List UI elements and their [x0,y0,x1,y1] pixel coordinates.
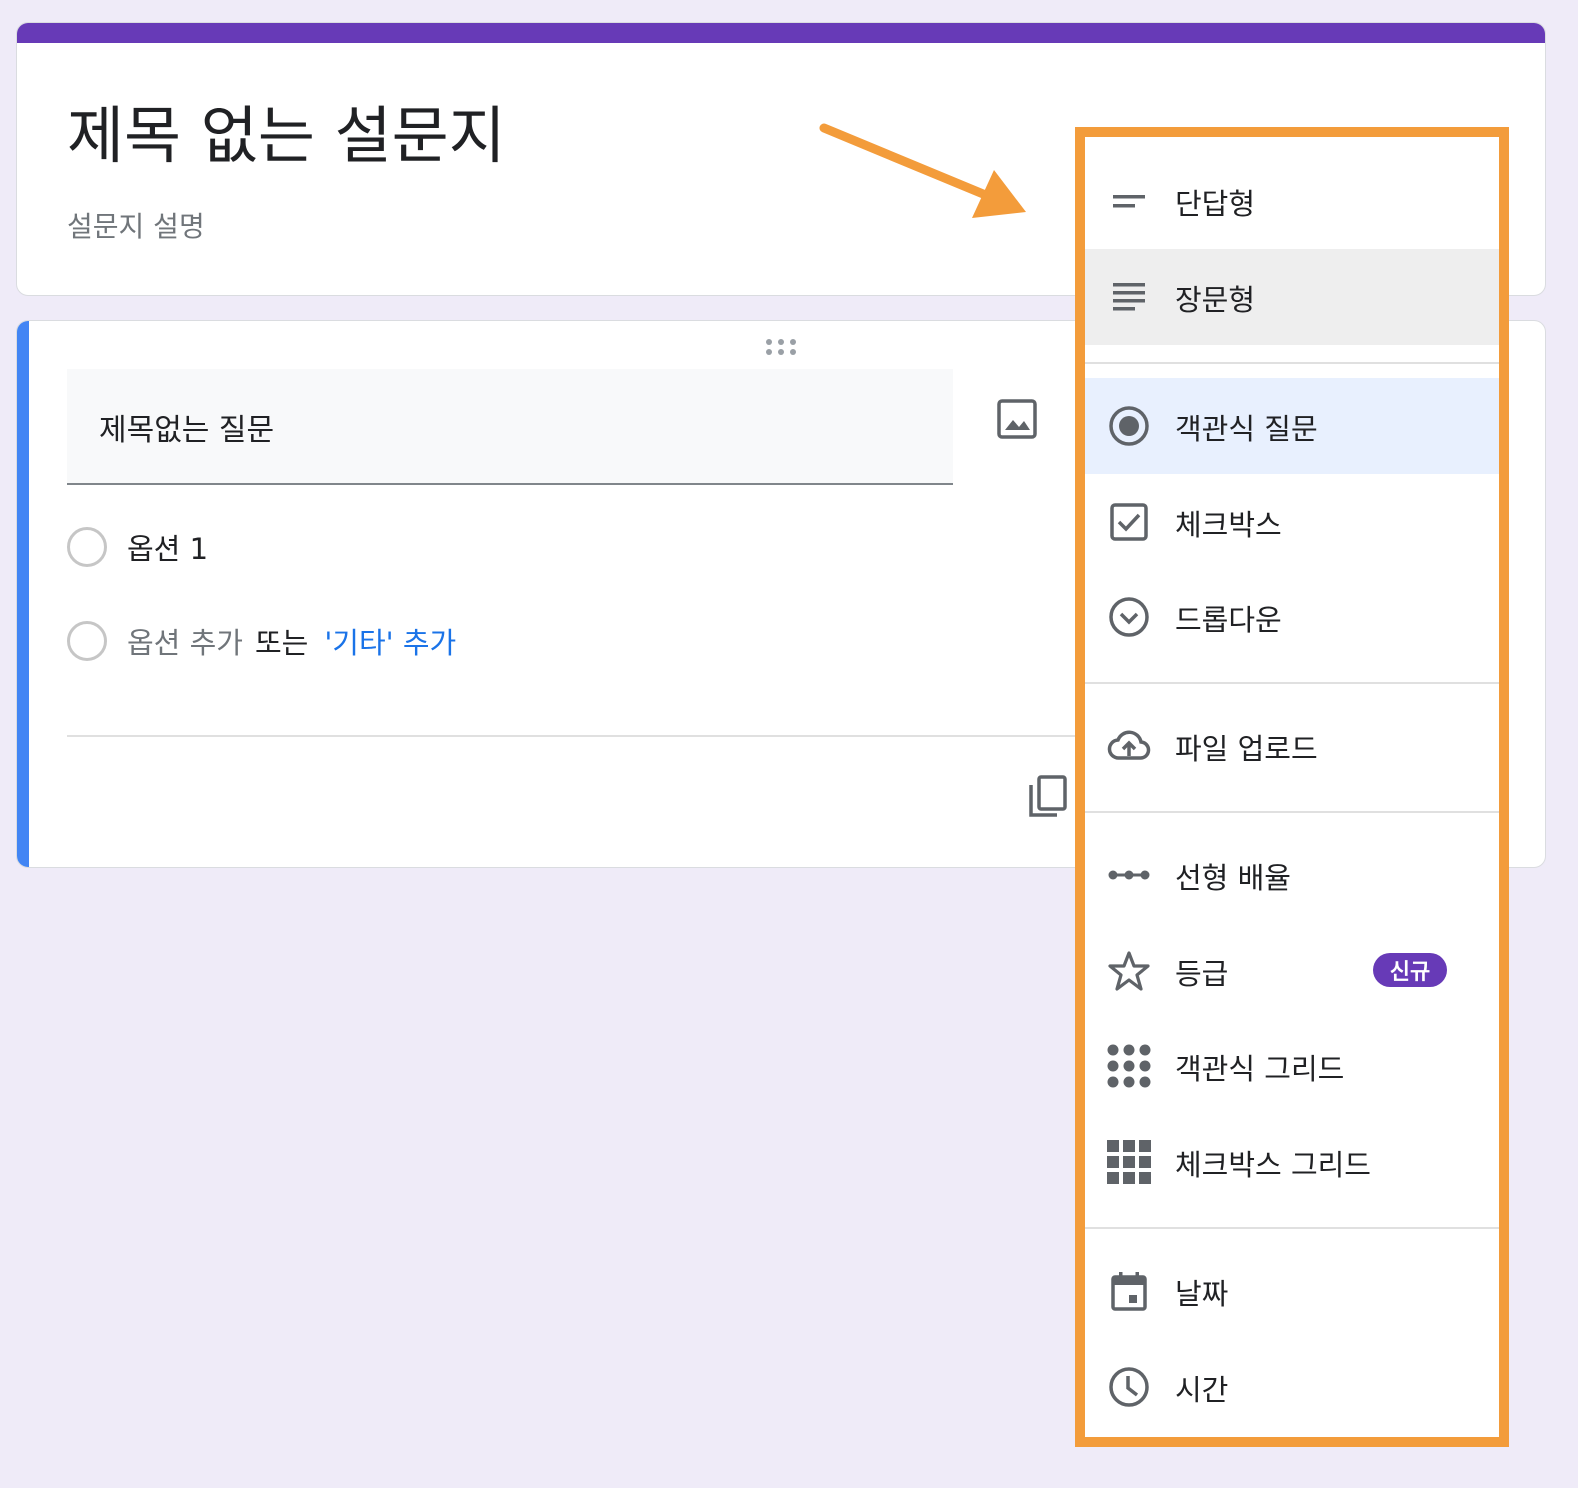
menu-item-multiple-choice[interactable]: 객관식 질문 [1085,378,1499,474]
menu-item-checkbox-grid[interactable]: 체크박스 그리드 [1085,1114,1499,1210]
add-other-button[interactable]: '기타' 추가 [324,620,456,662]
radio-placeholder-icon [67,621,107,661]
star-icon [1108,951,1150,991]
question-divider [67,735,1107,737]
menu-item-time[interactable]: 시간 [1085,1339,1499,1435]
menu-item-label: 객관식 그리드 [1175,1052,1345,1086]
annotation-arrow-icon [819,123,1026,218]
linear-scale-icon [1108,870,1150,880]
menu-item-label: 날짜 [1175,1277,1229,1311]
question-title: 제목없는 질문 [99,413,275,448]
menu-item-label: 단답형 [1175,187,1256,221]
option-label[interactable]: 옵션 1 [127,526,208,568]
menu-item-label: 장문형 [1175,283,1256,317]
menu-item-label: 파일 업로드 [1175,732,1318,766]
radio-button-icon [1109,406,1149,446]
menu-item-linear-scale[interactable]: 선형 배율 [1085,827,1499,923]
square-grid-icon [1107,1140,1151,1184]
drag-handle-icon[interactable] [765,337,799,357]
short-answer-icon [1113,195,1145,208]
menu-item-label: 객관식 질문 [1175,412,1318,446]
menu-divider [1085,362,1499,364]
checkbox-icon [1110,503,1148,541]
menu-item-label: 선형 배율 [1175,861,1291,895]
clock-icon [1109,1367,1149,1407]
question-type-menu: 단답형 장문형 객관식 질문 체크박스 드롭다운 파일 업로드 선형 배율 등급… [1085,137,1499,1437]
radio-placeholder-icon [67,527,107,567]
menu-item-label: 드롭다운 [1175,603,1282,637]
theme-top-bar [17,23,1545,43]
menu-item-dropdown[interactable]: 드롭다운 [1085,569,1499,665]
menu-item-paragraph[interactable]: 장문형 [1085,249,1499,345]
menu-item-short-answer[interactable]: 단답형 [1085,153,1499,249]
menu-item-file-upload[interactable]: 파일 업로드 [1085,698,1499,794]
dot-grid-icon [1107,1044,1151,1088]
cloud-upload-icon [1107,730,1151,760]
form-title[interactable]: 제목 없는 설문지 [67,85,506,175]
menu-divider [1085,811,1499,813]
paragraph-icon [1113,283,1145,311]
dropdown-icon [1109,597,1149,637]
menu-item-label: 등급 [1175,957,1229,991]
add-image-icon[interactable] [995,397,1039,441]
menu-divider [1085,1227,1499,1229]
add-option-row: 옵션 추가 또는 '기타' 추가 [67,621,456,661]
focus-indicator-bar [17,321,29,867]
menu-item-label: 체크박스 그리드 [1175,1148,1371,1182]
menu-item-checkbox[interactable]: 체크박스 [1085,474,1499,570]
add-option-button[interactable]: 옵션 추가 [127,620,243,662]
menu-divider [1085,682,1499,684]
duplicate-icon[interactable] [1025,773,1069,821]
form-description[interactable]: 설문지 설명 [67,205,205,245]
highlight-outline: 단답형 장문형 객관식 질문 체크박스 드롭다운 파일 업로드 선형 배율 등급… [1075,127,1509,1447]
menu-item-date[interactable]: 날짜 [1085,1243,1499,1339]
menu-item-label: 체크박스 [1175,508,1282,542]
calendar-icon [1111,1272,1147,1311]
question-title-input[interactable]: 제목없는 질문 [67,369,953,485]
menu-item-rating[interactable]: 등급 신규 [1085,923,1499,1019]
new-badge: 신규 [1373,953,1447,987]
menu-item-multiple-choice-grid[interactable]: 객관식 그리드 [1085,1018,1499,1114]
or-text: 또는 [254,626,309,660]
option-row: 옵션 1 [67,527,208,567]
menu-item-label: 시간 [1175,1373,1229,1407]
